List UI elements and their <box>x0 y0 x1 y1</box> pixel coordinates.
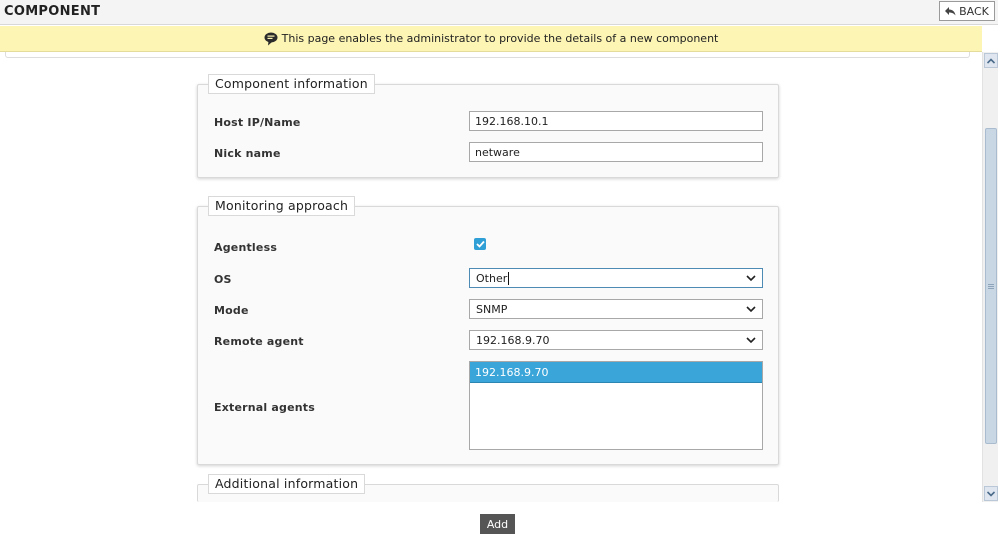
chevron-down-icon <box>746 275 756 282</box>
scroll-down-arrow[interactable] <box>984 486 998 501</box>
remote-agent-select[interactable]: 192.168.9.70 <box>469 330 763 350</box>
nick-name-label: Nick name <box>214 147 281 160</box>
info-bar: This page enables the administrator to p… <box>0 26 982 52</box>
back-arrow-icon <box>945 7 956 16</box>
grip-icon <box>988 283 994 289</box>
chevron-down-icon <box>987 490 995 497</box>
scroll-thumb[interactable] <box>985 128 997 444</box>
scroll-up-arrow[interactable] <box>984 53 998 68</box>
chevron-down-icon <box>746 306 756 313</box>
content-panel-edge <box>5 52 970 58</box>
chevron-down-icon <box>746 337 756 344</box>
chevron-up-icon <box>987 57 995 64</box>
external-agents-listbox[interactable]: 192.168.9.70 <box>469 361 763 450</box>
mode-select[interactable]: SNMP <box>469 299 763 319</box>
speech-bubble-icon <box>264 32 278 45</box>
section-title: Component information <box>208 74 375 94</box>
section-title: Monitoring approach <box>208 196 356 216</box>
mode-selected-value: SNMP <box>476 302 508 316</box>
host-input[interactable] <box>469 111 763 131</box>
component-information-section: Component information Host IP/Name Nick … <box>197 74 779 178</box>
vertical-scrollbar[interactable] <box>982 52 998 502</box>
remote-agent-selected-value: 192.168.9.70 <box>476 333 550 347</box>
info-message: This page enables the administrator to p… <box>281 32 719 45</box>
external-agents-label: External agents <box>214 401 316 414</box>
list-item[interactable]: 192.168.9.70 <box>470 362 762 383</box>
os-label: OS <box>214 273 232 286</box>
agentless-checkbox[interactable] <box>474 238 486 250</box>
remote-agent-label: Remote agent <box>214 335 304 348</box>
back-button-label: BACK <box>959 4 989 18</box>
back-button[interactable]: BACK <box>939 1 995 21</box>
add-button[interactable]: Add <box>480 514 515 534</box>
os-selected-value: Other <box>476 271 508 285</box>
mode-label: Mode <box>214 304 249 317</box>
nick-name-input[interactable] <box>469 142 763 162</box>
host-label: Host IP/Name <box>214 116 301 129</box>
additional-information-section: Additional information <box>197 474 779 502</box>
text-cursor <box>508 271 510 285</box>
checkmark-icon <box>475 240 485 248</box>
section-title: Additional information <box>208 474 366 494</box>
agentless-label: Agentless <box>214 241 278 254</box>
page-title: COMPONENT <box>4 4 101 19</box>
page-header: COMPONENT BACK <box>0 0 998 25</box>
os-select[interactable]: Other <box>469 268 763 288</box>
monitoring-approach-section: Monitoring approach Agentless OS Other M… <box>197 196 779 465</box>
